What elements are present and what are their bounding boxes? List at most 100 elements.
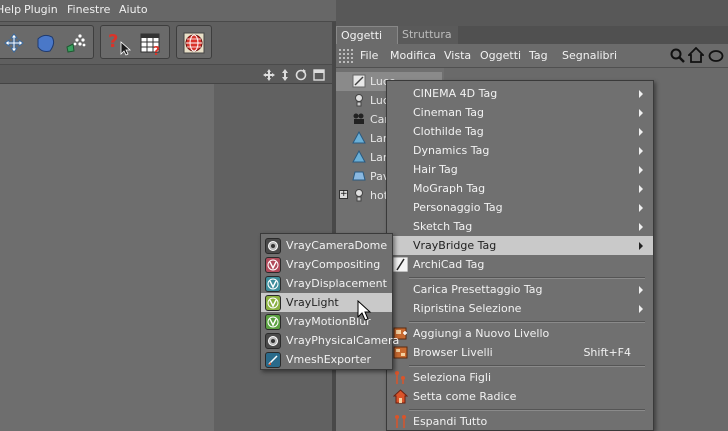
submenu-item-vrayphysicalcamera[interactable]: VrayPhysicalCamera (261, 331, 399, 350)
object-manager-tabs: Oggetti Struttura (336, 26, 728, 44)
motion-blur-icon (265, 314, 281, 330)
expand-icon[interactable]: + (339, 190, 348, 199)
set-root-icon (392, 389, 409, 404)
globe-icon[interactable] (179, 28, 209, 58)
submenu-item-vraycompositing[interactable]: VrayCompositing (261, 255, 392, 274)
menu-item-archicad-tag[interactable]: ArchiCad Tag (387, 255, 653, 274)
lamp-icon (352, 130, 366, 145)
submenu-arrow-icon (639, 166, 643, 174)
menu-item-label: Ripristina Selezione (413, 302, 522, 315)
light-icon (352, 74, 366, 88)
menu-item-sketch-tag[interactable]: Sketch Tag (387, 217, 653, 236)
tab-oggetti[interactable]: Oggetti (336, 26, 398, 44)
submenu-item-label: VrayLight (286, 296, 339, 309)
layer-browser-icon (393, 345, 408, 360)
menu-help[interactable]: Help (0, 3, 21, 16)
submenu-item-label: VrayCameraDome (286, 239, 388, 252)
menu-item-hair-tag[interactable]: Hair Tag (387, 160, 653, 179)
svg-text:?: ? (153, 44, 160, 56)
submenu-item-label: VrayCompositing (286, 258, 381, 271)
tool-group-web (176, 25, 212, 59)
om-menu-tag[interactable]: Tag (529, 49, 548, 62)
toolbar: ? ? (0, 22, 336, 64)
menu-item-vraybridge-tag[interactable]: VrayBridge Tag (387, 236, 653, 255)
menu-item-clothilde-tag[interactable]: Clothilde Tag (387, 122, 653, 141)
menu-item-label: Clothilde Tag (413, 125, 484, 138)
menu-separator (409, 365, 645, 367)
menu-item-label: Hair Tag (413, 163, 458, 176)
menu-item-dynamics-tag[interactable]: Dynamics Tag (387, 141, 653, 160)
om-menu-segnalibri[interactable]: Segnalibri (562, 49, 617, 62)
mouse-cursor-icon (357, 300, 372, 321)
menu-item-label: ArchiCad Tag (413, 258, 485, 271)
menu-item-label: Aggiungi a Nuovo Livello (413, 327, 550, 340)
menu-item-label: Sketch Tag (413, 220, 473, 233)
submenu-arrow-icon (639, 90, 643, 98)
om-menu-vista[interactable]: Vista (444, 49, 471, 62)
tool-group-primitives (0, 25, 94, 59)
menu-item-label: MoGraph Tag (413, 182, 486, 195)
menu-item-cinema4d-tag[interactable]: CINEMA 4D Tag (387, 84, 653, 103)
viewport-nav-icons[interactable] (262, 68, 328, 82)
menu-item-mograph-tag[interactable]: MoGraph Tag (387, 179, 653, 198)
submenu-arrow-icon (639, 305, 643, 313)
mesh-exporter-icon (265, 352, 281, 368)
menu-item-label: Cineman Tag (413, 106, 485, 119)
null-icon (352, 188, 366, 202)
physical-camera-icon (265, 333, 281, 349)
home-icon[interactable] (688, 47, 704, 63)
tab-struttura[interactable]: Struttura (398, 26, 458, 44)
submenu-arrow-icon (639, 204, 643, 212)
menu-aiuto[interactable]: Aiuto (119, 3, 148, 16)
menu-item-browser-livelli[interactable]: Browser Livelli Shift+F4 (387, 343, 653, 362)
object-manager-menubar: File Modifica Vista Oggetti Tag Segnalib… (336, 44, 728, 68)
submenu-arrow-icon (639, 109, 643, 117)
submenu-arrow-icon (639, 128, 643, 136)
grid-handle-icon[interactable] (339, 49, 353, 63)
search-icon[interactable] (670, 48, 686, 64)
help-cursor-icon[interactable]: ? (104, 28, 134, 58)
menu-item-personaggio-tag[interactable]: Personaggio Tag (387, 198, 653, 217)
menu-item-seleziona-figli[interactable]: Seleziona Figli (387, 368, 653, 387)
om-menu-modifica[interactable]: Modifica (390, 49, 436, 62)
menu-separator (409, 321, 645, 323)
submenu-item-vraycameradome[interactable]: VrayCameraDome (261, 236, 392, 255)
menu-item-label: Personaggio Tag (413, 201, 503, 214)
particles-icon[interactable] (61, 28, 91, 58)
menu-item-setta-come-radice[interactable]: Setta come Radice (387, 387, 653, 406)
om-menu-oggetti[interactable]: Oggetti (480, 49, 521, 62)
menu-item-label: Dynamics Tag (413, 144, 490, 157)
submenu-item-vraydisplacement[interactable]: VrayDisplacement (261, 274, 392, 293)
menu-separator (409, 277, 645, 279)
vray-light-icon (265, 295, 281, 311)
menu-finestre[interactable]: Finestre (67, 3, 110, 16)
viewport-header (0, 64, 332, 84)
floor-icon (352, 169, 366, 183)
menu-item-ripristina-selezione[interactable]: Ripristina Selezione (387, 299, 653, 318)
submenu-item-label: VmeshExporter (286, 353, 372, 366)
om-menu-file[interactable]: File (360, 49, 378, 62)
deformer-icon[interactable] (31, 28, 61, 58)
menubar: Help Plugin Finestre Aiuto (0, 0, 336, 22)
tag-context-menu: CINEMA 4D Tag Cineman Tag Clothilde Tag … (386, 80, 654, 431)
archicad-tag-icon (392, 256, 409, 273)
camera-icon (352, 112, 366, 126)
link-icon[interactable] (708, 48, 724, 64)
menu-item-espandi-tutto[interactable]: Espandi Tutto (387, 412, 653, 431)
submenu-item-label: VrayDisplacement (286, 277, 387, 290)
table-help-icon[interactable]: ? (136, 28, 166, 58)
displacement-icon (265, 276, 281, 292)
menu-plugin[interactable]: Plugin (24, 3, 58, 16)
light-icon (352, 93, 366, 107)
submenu-item-vmeshexporter[interactable]: VmeshExporter (261, 350, 392, 369)
submenu-arrow-icon (639, 185, 643, 193)
menu-item-cineman-tag[interactable]: Cineman Tag (387, 103, 653, 122)
select-children-icon (393, 370, 408, 385)
menu-item-carica-presettaggio-tag[interactable]: Carica Presettaggio Tag (387, 280, 653, 299)
submenu-arrow-icon (639, 242, 643, 250)
tool-group-help: ? ? (100, 25, 170, 59)
arrows-icon[interactable] (0, 28, 29, 58)
menu-item-shortcut: Shift+F4 (583, 346, 631, 359)
submenu-item-label: VrayPhysicalCamera (286, 334, 400, 347)
menu-item-aggiungi-nuovo-livello[interactable]: Aggiungi a Nuovo Livello (387, 324, 653, 343)
